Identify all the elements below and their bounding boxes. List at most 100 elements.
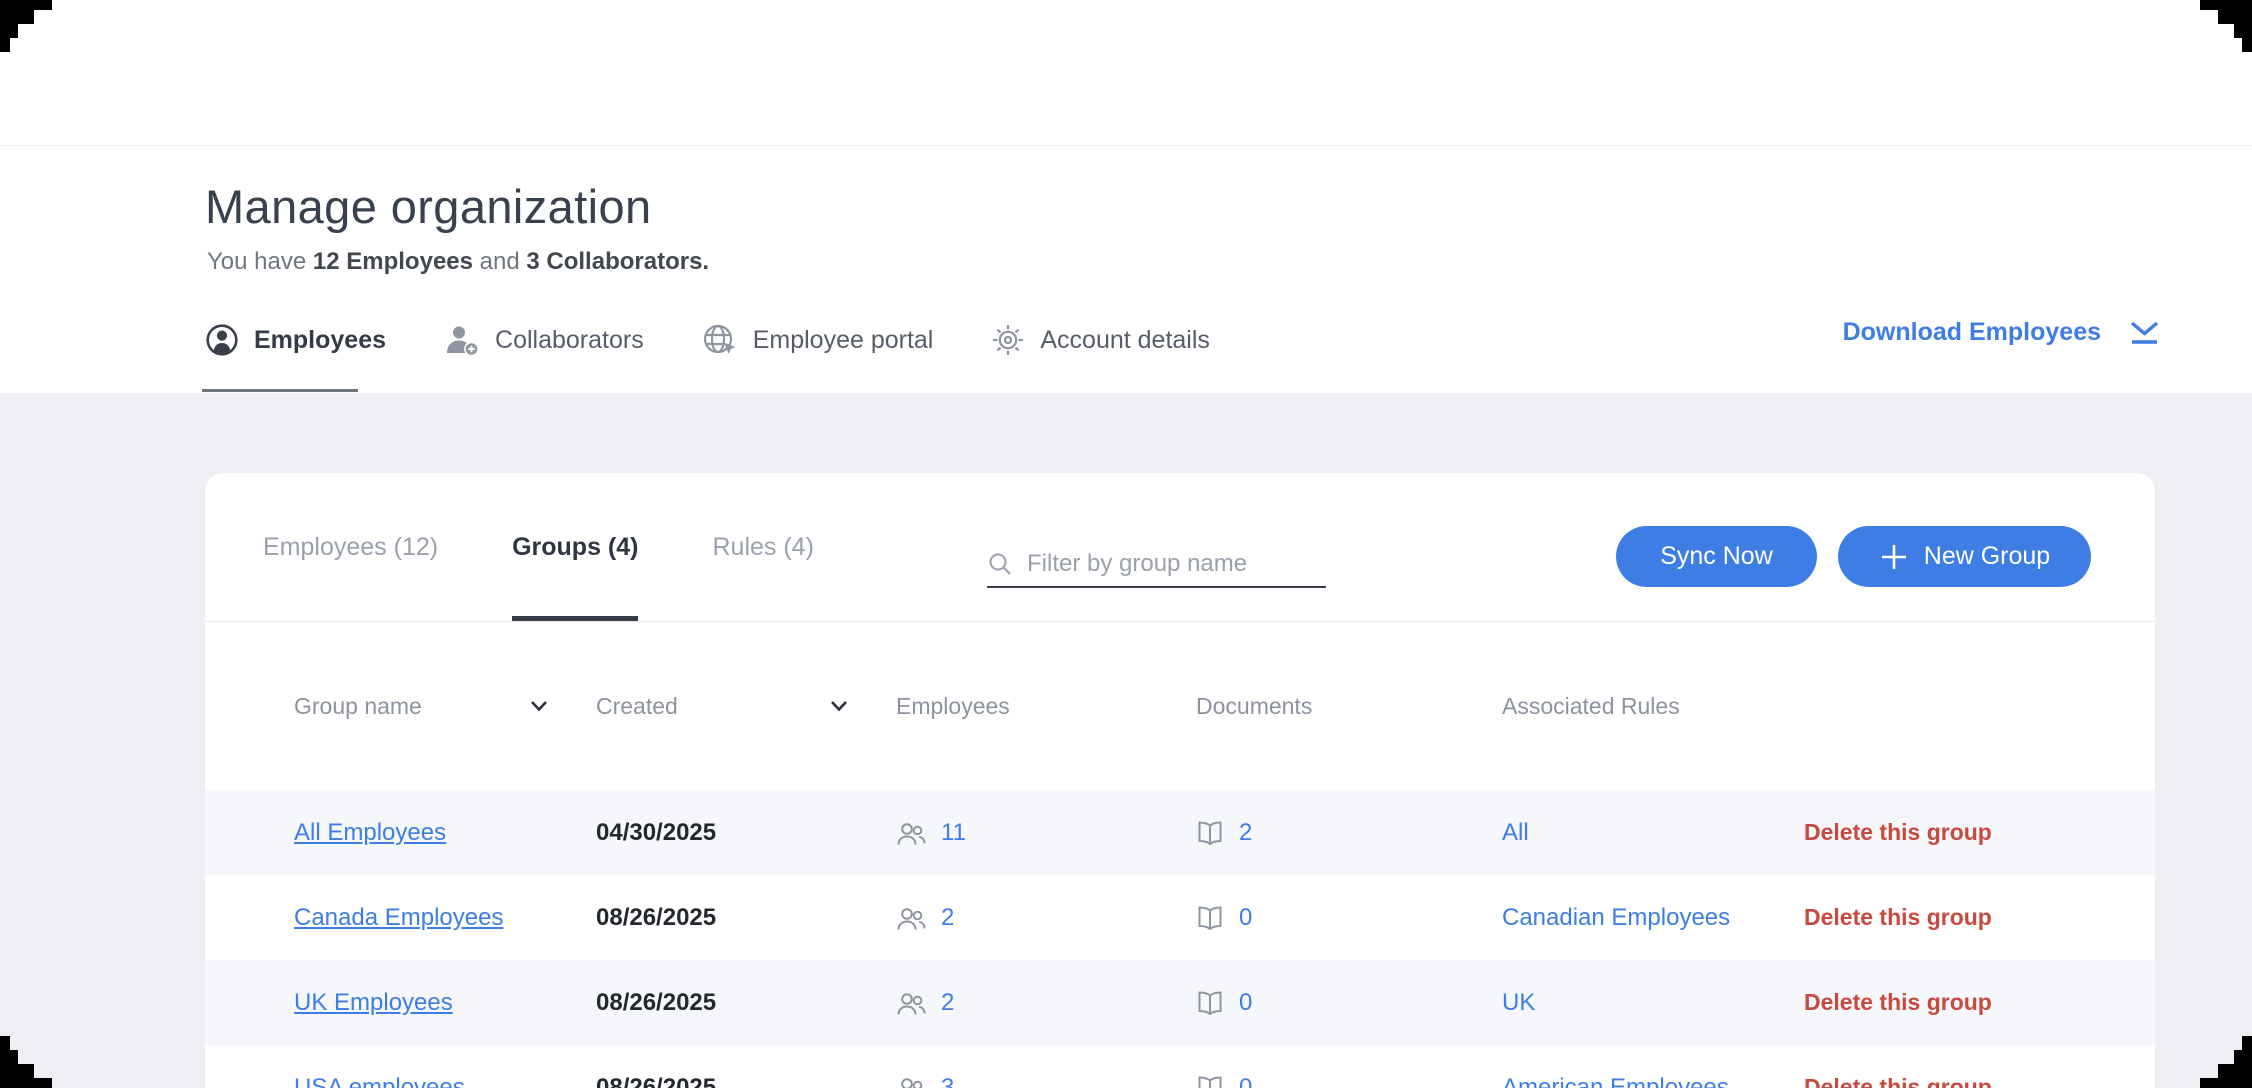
groups-card: Employees (12) Groups (4) Rules (4) Sync… (205, 473, 2155, 1088)
tab-label: Rules (4) (712, 533, 813, 562)
created-cell: 08/26/2025 (596, 989, 896, 1017)
sort-chevron-icon[interactable] (530, 700, 548, 712)
tab-employees-list[interactable]: Employees (12) (263, 473, 438, 621)
download-icon (2129, 320, 2160, 346)
nav-tab-label: Employee portal (753, 326, 934, 355)
card-header: Employees (12) Groups (4) Rules (4) Sync… (205, 473, 2155, 622)
nav-tab-employees[interactable]: Employees (205, 323, 386, 357)
documents-cell: 0 (1196, 1074, 1502, 1088)
group-name-cell: All Employees (294, 819, 596, 847)
column-group-name: Group name (294, 693, 596, 720)
column-label: Group name (294, 693, 422, 720)
page-title: Manage organization (205, 179, 652, 234)
corner-mask-top-right (2200, 0, 2252, 52)
employee-count-link[interactable]: 3 (941, 1074, 954, 1088)
document-count-link[interactable]: 0 (1239, 1074, 1252, 1088)
associated-rule-link[interactable]: UK (1502, 989, 1804, 1017)
created-cell: 08/26/2025 (596, 904, 896, 932)
delete-group-button[interactable]: Delete this group (1804, 1074, 2155, 1088)
globe-portal-icon (702, 323, 738, 357)
download-employees-button[interactable]: Download Employees (1843, 318, 2160, 347)
corner-mask-top-left (0, 0, 52, 52)
document-count-link[interactable]: 2 (1239, 819, 1252, 847)
tab-label: Groups (4) (512, 533, 638, 562)
group-link[interactable]: All Employees (294, 819, 446, 846)
new-group-label: New Group (1924, 542, 2050, 571)
collaborators-count: 3 Collaborators. (526, 248, 709, 275)
column-documents: Documents (1196, 693, 1502, 720)
nav-tab-employee-portal[interactable]: Employee portal (702, 323, 934, 357)
book-icon (1196, 990, 1224, 1016)
nav-tab-label: Account details (1040, 326, 1210, 355)
download-label: Download Employees (1843, 318, 2101, 347)
document-count-link[interactable]: 0 (1239, 989, 1252, 1017)
table-header: Group name Created Employees Documents A… (205, 622, 2155, 790)
active-tab-underline (202, 389, 358, 392)
nav-tab-label: Collaborators (495, 326, 644, 355)
group-name-cell: USA employees (294, 1074, 596, 1088)
associated-rule-link[interactable]: Canadian Employees (1502, 904, 1804, 932)
users-icon (896, 989, 926, 1017)
created-cell: 04/30/2025 (596, 819, 896, 847)
table-row: Canada Employees 08/26/2025 2 0 Canadian… (205, 875, 2155, 960)
column-label: Created (596, 693, 678, 720)
group-name-cell: UK Employees (294, 989, 596, 1017)
employees-cell: 2 (896, 989, 1196, 1017)
employee-count-link[interactable]: 2 (941, 989, 954, 1017)
org-nav-tabs: Employees Collaborators Employee por (205, 308, 1210, 372)
group-link[interactable]: UK Employees (294, 989, 453, 1016)
employees-cell: 11 (896, 819, 1196, 847)
nav-tab-collaborators[interactable]: Collaborators (444, 323, 644, 357)
associated-rule-link[interactable]: All (1502, 819, 1804, 847)
group-name-cell: Canada Employees (294, 904, 596, 932)
group-link[interactable]: USA employees (294, 1074, 465, 1088)
nav-tab-account-details[interactable]: Account details (991, 323, 1210, 357)
delete-group-button[interactable]: Delete this group (1804, 989, 2155, 1016)
delete-group-button[interactable]: Delete this group (1804, 904, 2155, 931)
tab-groups[interactable]: Groups (4) (512, 473, 638, 621)
tab-rules[interactable]: Rules (4) (712, 473, 813, 621)
employees-count: 12 Employees (313, 248, 473, 275)
table-row: UK Employees 08/26/2025 2 0 UK Delete th… (205, 960, 2155, 1045)
subtitle-mid: and (480, 248, 520, 275)
associated-rule-link[interactable]: American Employees (1502, 1074, 1804, 1088)
column-created: Created (596, 693, 896, 720)
document-count-link[interactable]: 0 (1239, 904, 1252, 932)
page-subtitle: You have 12 Employees and 3 Collaborator… (207, 248, 709, 276)
book-icon (1196, 905, 1224, 931)
nav-tab-label: Employees (254, 326, 386, 355)
users-icon (896, 1074, 926, 1088)
book-icon (1196, 1075, 1224, 1088)
tab-label: Employees (12) (263, 533, 438, 562)
employee-count-link[interactable]: 11 (941, 819, 966, 847)
new-group-button[interactable]: New Group (1838, 526, 2091, 587)
employees-cell: 2 (896, 904, 1196, 932)
top-divider (0, 145, 2252, 146)
column-associated-rules: Associated Rules (1502, 693, 1804, 720)
users-icon (896, 819, 926, 847)
group-filter (987, 541, 1326, 588)
book-icon (1196, 820, 1224, 846)
plus-icon (1879, 542, 1909, 572)
collaborators-icon (444, 323, 480, 357)
group-link[interactable]: Canada Employees (294, 904, 503, 931)
sync-now-label: Sync Now (1660, 542, 1773, 571)
employees-icon (205, 323, 239, 357)
subtitle-prefix: You have (207, 248, 306, 275)
users-icon (896, 904, 926, 932)
table-row: All Employees 04/30/2025 11 2 All Delete… (205, 790, 2155, 875)
delete-group-button[interactable]: Delete this group (1804, 819, 2155, 846)
created-cell: 08/26/2025 (596, 1074, 896, 1088)
employee-count-link[interactable]: 2 (941, 904, 954, 932)
column-employees: Employees (896, 693, 1196, 720)
documents-cell: 0 (1196, 989, 1502, 1017)
card-tabs: Employees (12) Groups (4) Rules (4) (263, 473, 814, 621)
employees-cell: 3 (896, 1074, 1196, 1088)
groups-tab-underline (512, 616, 638, 621)
sync-now-button[interactable]: Sync Now (1616, 526, 1817, 587)
gear-icon (991, 323, 1025, 357)
documents-cell: 2 (1196, 819, 1502, 847)
filter-by-group-name-input[interactable] (1025, 549, 1326, 579)
sort-chevron-icon[interactable] (830, 700, 848, 712)
search-icon (987, 551, 1013, 577)
